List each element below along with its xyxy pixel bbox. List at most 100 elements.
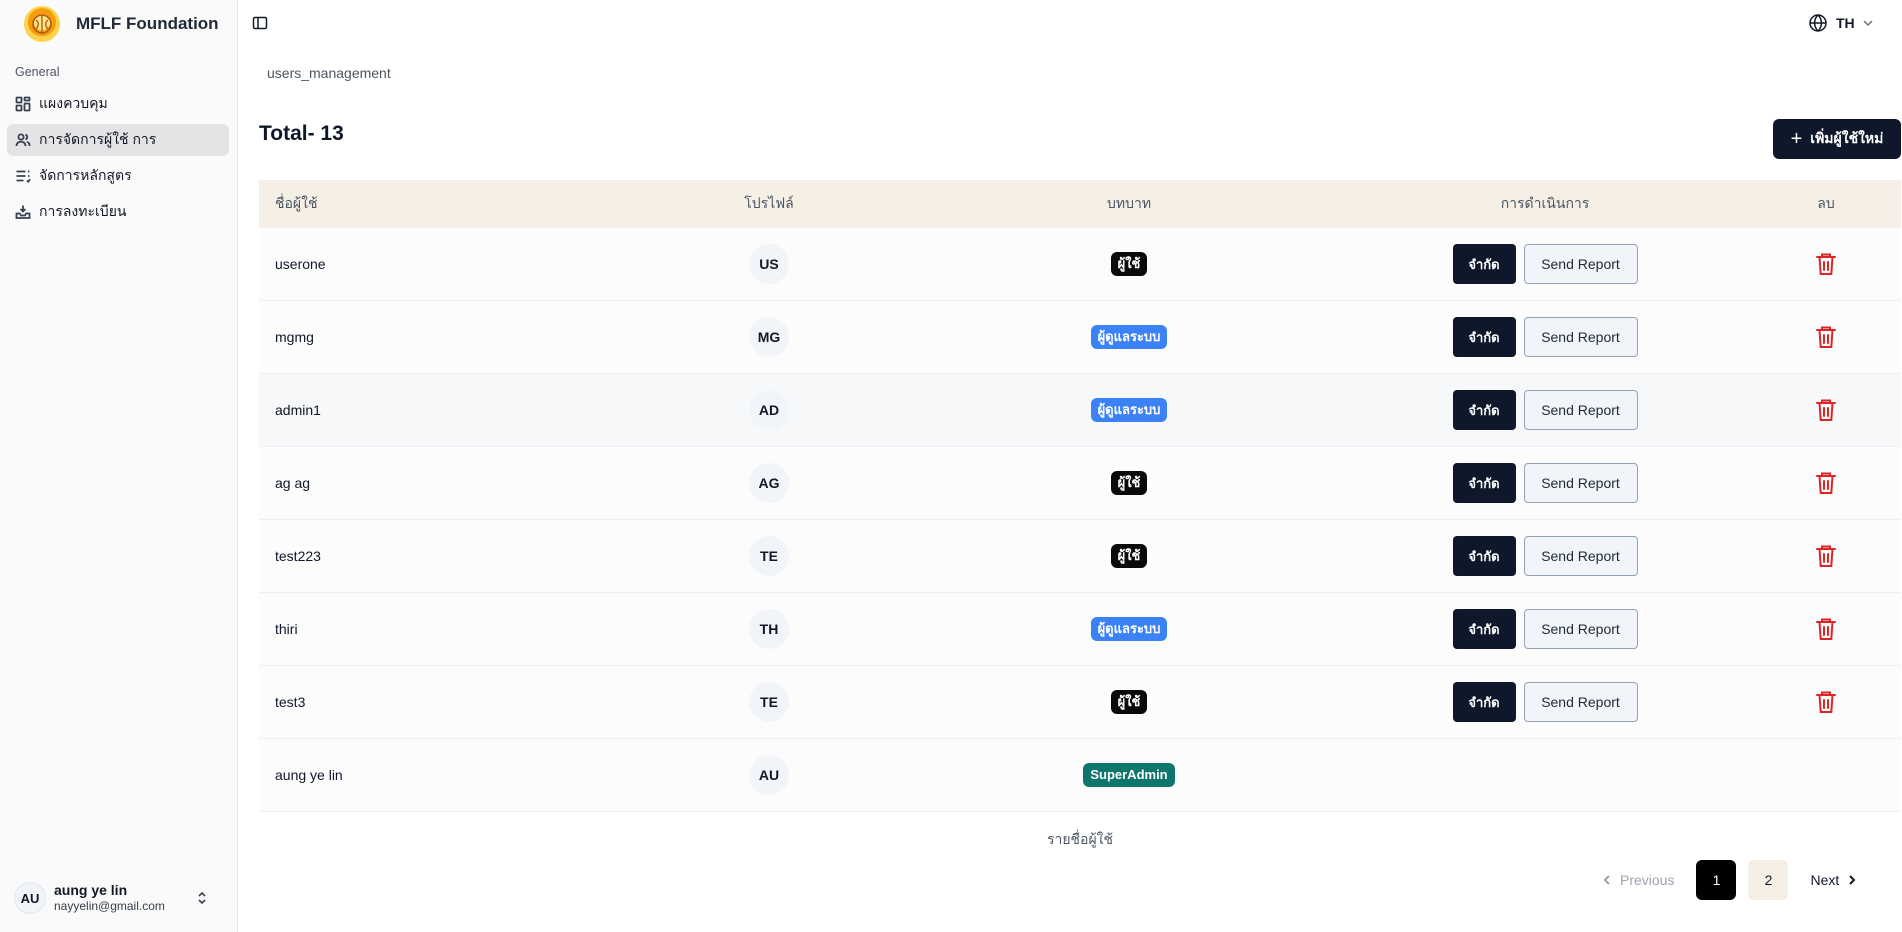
role-cell: ผู้ใช้	[919, 471, 1339, 495]
send-report-button[interactable]: Send Report	[1523, 390, 1638, 430]
sidebar-item-user-management[interactable]: การจัดการผู้ใช้ การ	[7, 124, 229, 156]
profile-cell: TH	[619, 609, 919, 649]
trash-icon[interactable]	[1814, 397, 1838, 423]
chevron-right-icon	[1849, 875, 1856, 885]
profile-cell: US	[619, 244, 919, 284]
role-cell: ผู้ใช้	[919, 544, 1339, 568]
role-cell: ผู้ดูแลระบบ	[919, 325, 1339, 349]
send-report-button[interactable]: Send Report	[1523, 244, 1638, 284]
role-badge: ผู้ดูแลระบบ	[1090, 325, 1168, 349]
sidebar-item-label: การจัดการผู้ใช้ การ	[39, 131, 157, 147]
inbox-icon	[15, 204, 31, 220]
table-row: mgmg MG ผู้ดูแลระบบ จำกัด Send Report	[259, 301, 1901, 374]
send-report-button[interactable]: Send Report	[1523, 536, 1638, 576]
avatar: AG	[749, 463, 789, 503]
role-badge: ผู้ใช้	[1110, 690, 1148, 714]
row-actions: จำกัด Send Report	[1452, 317, 1638, 357]
send-report-button[interactable]: Send Report	[1523, 317, 1638, 357]
previous-page-button[interactable]: Previous	[1590, 860, 1684, 900]
pagination: Previous 1 2 Next	[1590, 860, 1869, 900]
profile-cell: AU	[619, 755, 919, 795]
user-name-cell: thiri	[275, 621, 298, 637]
row-actions: จำกัด Send Report	[1452, 244, 1638, 284]
avatar: AD	[749, 390, 789, 430]
role-badge: SuperAdmin	[1083, 763, 1175, 787]
sidebar-item-courses[interactable]: จัดการหลักสูตร	[7, 160, 229, 192]
restrict-button[interactable]: จำกัด	[1452, 390, 1516, 430]
trash-icon[interactable]	[1814, 543, 1838, 569]
avatar: MG	[749, 317, 789, 357]
dashboard-icon	[15, 96, 31, 112]
sidebar-item-label: แผงควบคุม	[39, 95, 108, 111]
delete-cell	[1751, 397, 1901, 423]
avatar: AU	[749, 755, 789, 795]
trash-icon[interactable]	[1814, 689, 1838, 715]
trash-icon[interactable]	[1814, 324, 1838, 350]
breadcrumb: users_management	[267, 65, 391, 81]
brand-name: MFLF Foundation	[76, 14, 219, 33]
user-name-cell: test3	[275, 694, 306, 710]
delete-cell	[1751, 251, 1901, 277]
chevron-left-icon	[1603, 875, 1610, 885]
app-root: MFLF Foundation General แผงควบคุม การจัด…	[0, 0, 1902, 932]
sidebar-item-dashboard[interactable]: แผงควบคุม	[7, 88, 229, 120]
user-menu[interactable]: AU aung ye lin nayyelin@gmail.com	[14, 880, 224, 916]
send-report-button[interactable]: Send Report	[1523, 463, 1638, 503]
trash-icon[interactable]	[1814, 470, 1838, 496]
delete-cell	[1751, 324, 1901, 350]
user-name-cell: userone	[275, 256, 326, 272]
actions-cell: จำกัด Send Report	[1339, 390, 1751, 430]
delete-cell	[1751, 616, 1901, 642]
role-cell: ผู้ดูแลระบบ	[919, 398, 1339, 422]
foundation-logo-icon	[24, 6, 60, 42]
chevrons-up-down-icon	[198, 891, 206, 905]
role-badge: ผู้ดูแลระบบ	[1090, 617, 1168, 641]
sidebar-item-label: จัดการหลักสูตร	[39, 167, 132, 183]
user-name-cell: ag ag	[275, 475, 311, 491]
language-code: TH	[1836, 15, 1855, 31]
table-row: aung ye lin AU SuperAdmin	[259, 739, 1901, 812]
sidebar-item-label: การลงทะเบียน	[39, 203, 127, 219]
actions-cell: จำกัด Send Report	[1339, 536, 1751, 576]
brand[interactable]: MFLF Foundation	[24, 6, 219, 42]
profile-cell: MG	[619, 317, 919, 357]
chevron-down-icon	[1863, 20, 1873, 27]
row-actions: จำกัด Send Report	[1452, 536, 1638, 576]
user-email: nayyelin@gmail.com	[54, 899, 165, 914]
role-badge: ผู้ใช้	[1110, 544, 1148, 568]
page-button-2[interactable]: 2	[1748, 860, 1789, 900]
language-selector[interactable]: TH	[1808, 11, 1875, 35]
table-row: test223 TE ผู้ใช้ จำกัด Send Report	[259, 520, 1901, 593]
sidebar-group-label: General	[15, 65, 60, 79]
restrict-button[interactable]: จำกัด	[1452, 244, 1516, 284]
send-report-button[interactable]: Send Report	[1523, 682, 1638, 722]
user-name-cell: mgmg	[275, 329, 314, 345]
sidebar-toggle-button[interactable]	[250, 13, 270, 33]
column-header-role: บทบาท	[1106, 195, 1152, 211]
globe-icon	[1809, 14, 1827, 32]
page-button-1[interactable]: 1	[1696, 860, 1737, 900]
restrict-button[interactable]: จำกัด	[1452, 317, 1516, 357]
restrict-button[interactable]: จำกัด	[1452, 609, 1516, 649]
user-name-cell: test223	[275, 548, 321, 564]
trash-icon[interactable]	[1814, 251, 1838, 277]
sidebar-item-registration[interactable]: การลงทะเบียน	[7, 196, 229, 228]
send-report-button[interactable]: Send Report	[1523, 609, 1638, 649]
add-user-button[interactable]: + เพิ่มผู้ใช้ใหม่	[1773, 119, 1901, 159]
restrict-button[interactable]: จำกัด	[1452, 682, 1516, 722]
panel-left-icon	[252, 16, 268, 30]
next-page-button[interactable]: Next	[1800, 860, 1869, 900]
actions-cell: จำกัด Send Report	[1339, 317, 1751, 357]
table-row: thiri TH ผู้ดูแลระบบ จำกัด Send Report	[259, 593, 1901, 666]
delete-cell	[1751, 543, 1901, 569]
column-header-profile: โปรไฟล์	[744, 195, 794, 211]
plus-icon: +	[1790, 128, 1803, 150]
restrict-button[interactable]: จำกัด	[1452, 536, 1516, 576]
trash-icon[interactable]	[1814, 616, 1838, 642]
user-name-cell: aung ye lin	[275, 767, 343, 783]
table-header: ชื่อผู้ใช้ โปรไฟล์ บทบาท การดำเนินการ ลบ	[259, 180, 1901, 228]
restrict-button[interactable]: จำกัด	[1452, 463, 1516, 503]
delete-cell	[1751, 689, 1901, 715]
list-icon	[15, 168, 31, 184]
row-actions: จำกัด Send Report	[1452, 390, 1638, 430]
